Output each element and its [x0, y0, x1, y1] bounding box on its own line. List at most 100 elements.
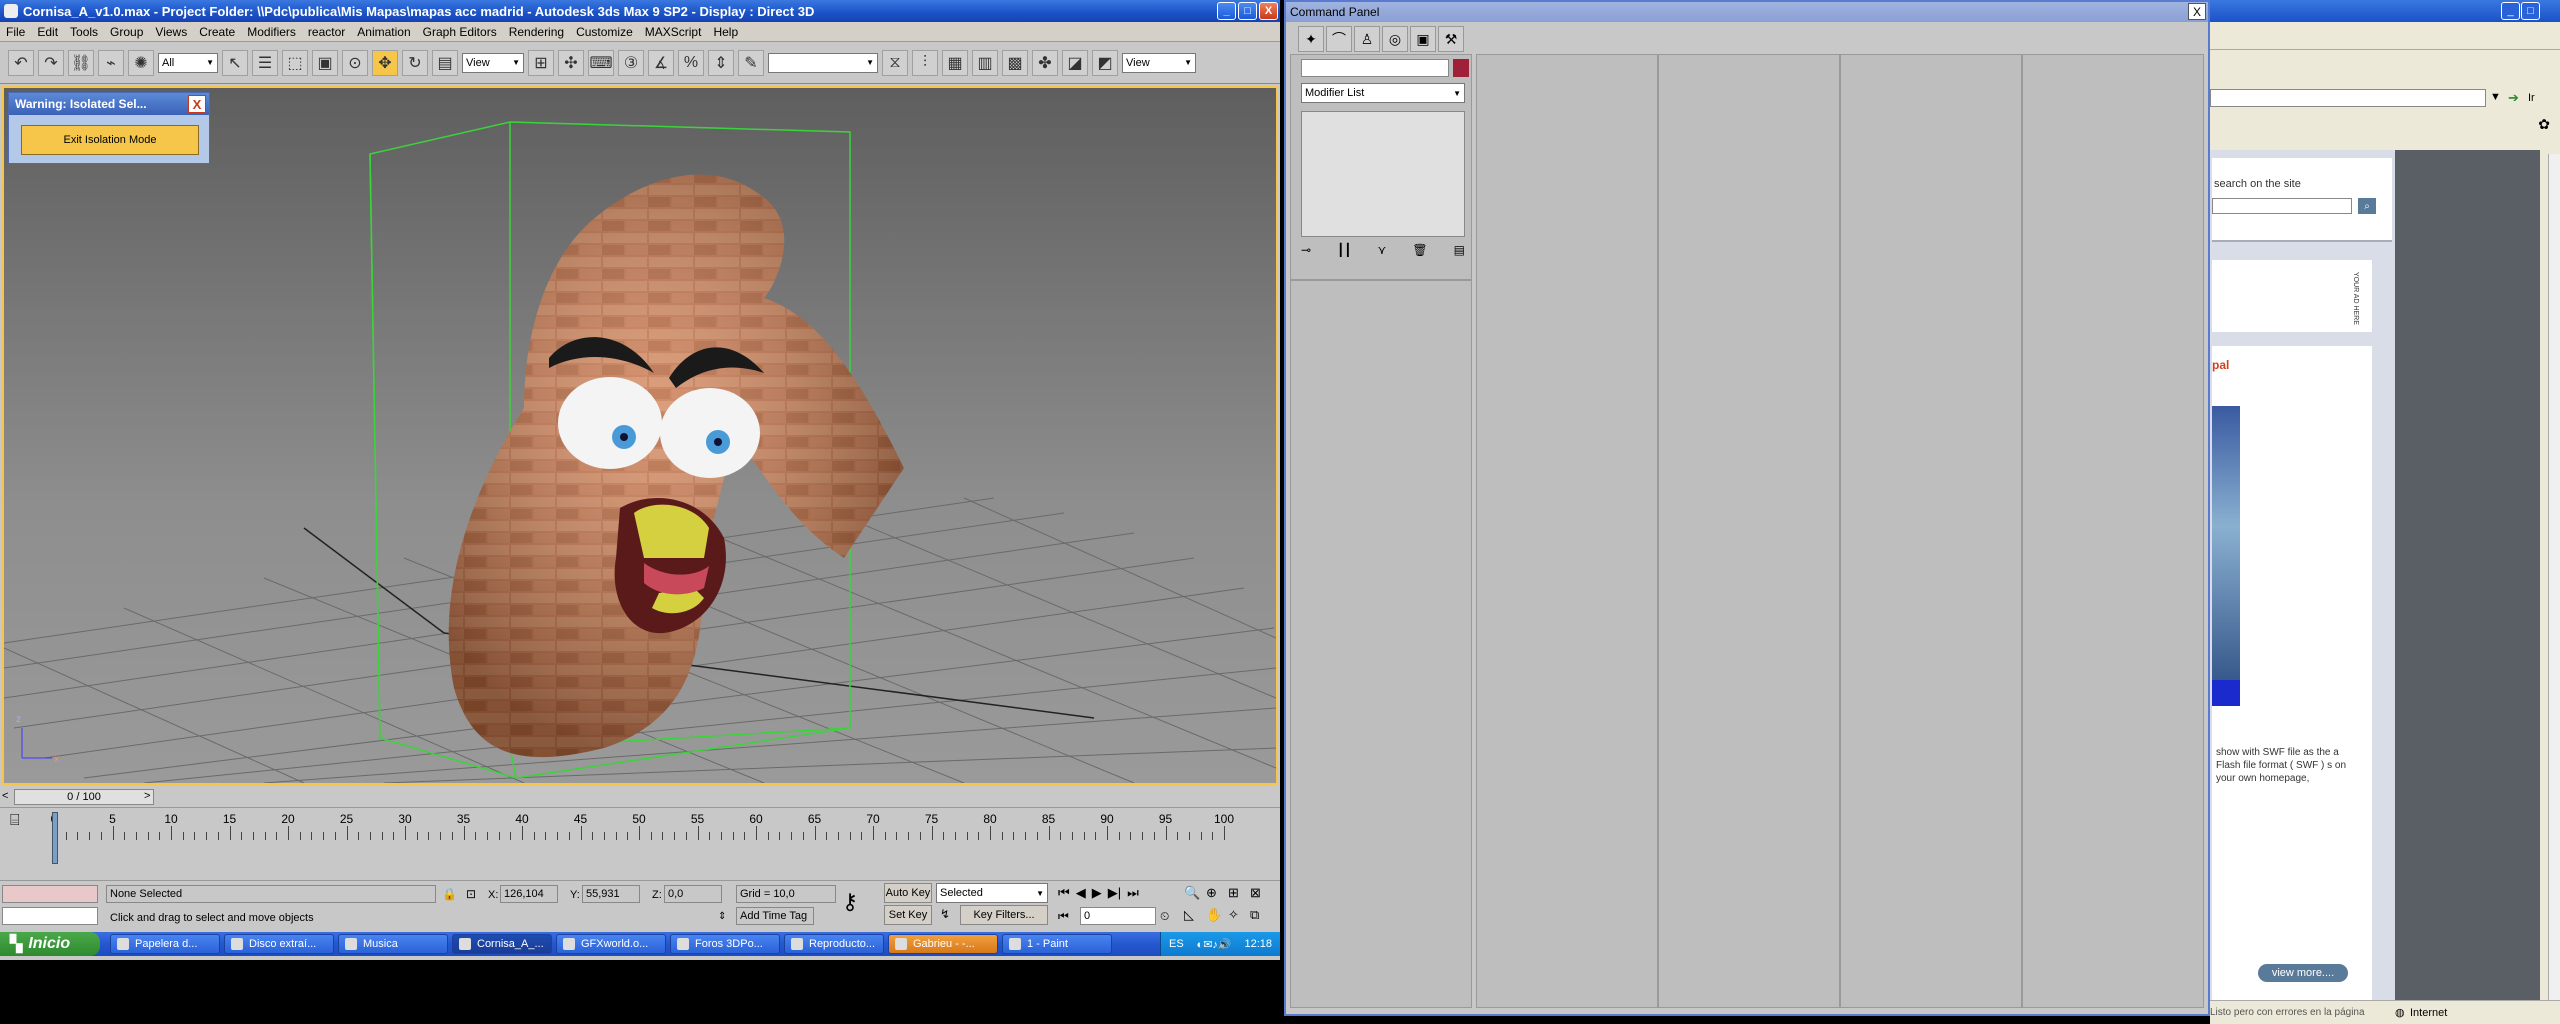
rect-region-icon[interactable]: ⬚ [282, 49, 308, 76]
clock[interactable]: 12:18 [1244, 938, 1272, 950]
menu-item-create[interactable]: Create [199, 25, 235, 39]
menu-item-maxscript[interactable]: MAXScript [645, 25, 702, 39]
time-config-icon[interactable]: ⏲ [1160, 909, 1169, 924]
edit-named-sel-icon[interactable]: ✎ [738, 49, 764, 76]
time-prev-button[interactable]: < [2, 790, 8, 802]
bind-space-warp-icon[interactable]: ✺ [128, 49, 154, 76]
tray-icons[interactable]: ◐✉♪🔊 [1197, 938, 1232, 951]
lock-icon[interactable]: 🔒 [442, 887, 457, 901]
isolation-close-button[interactable]: X [188, 95, 206, 113]
field-of-view-icon[interactable]: ◺ [1184, 907, 1206, 923]
material-editor-icon[interactable]: ✤ [1032, 49, 1058, 76]
minimize-button[interactable]: _ [1217, 2, 1236, 20]
named-selection-select[interactable]: ▼ [768, 52, 878, 73]
browser-maximize-button[interactable]: □ [2521, 2, 2540, 20]
address-input[interactable] [2210, 89, 2486, 107]
vertical-scrollbar[interactable] [2548, 154, 2560, 1000]
zoom-icon[interactable]: 🔍 [1184, 885, 1206, 901]
taskbar-task[interactable]: Reproducto... [784, 934, 884, 954]
default-tangent-icon[interactable]: ↯ [940, 907, 958, 925]
absolute-mode-icon[interactable]: ⊡ [466, 887, 476, 901]
modifier-list-select[interactable]: Modifier List ▼ [1301, 83, 1465, 103]
curve-editor-mini-icon[interactable]: ⌸ [10, 812, 32, 834]
maximize-viewport-icon[interactable]: ⧉ [1250, 907, 1272, 923]
menu-item-rendering[interactable]: Rendering [509, 25, 564, 39]
frame-ruler[interactable]: 0510152025303540455055606570758085909510… [51, 812, 1234, 842]
utilities-tab-icon[interactable]: ⚒ [1438, 26, 1464, 52]
x-coordinate-field[interactable]: 126,104 [500, 885, 558, 903]
perspective-viewport[interactable]: z x Warning: Isolated Sel... X Exit Isol… [2, 86, 1278, 785]
make-unique-icon[interactable]: ⋎ [1378, 243, 1387, 257]
taskbar-task[interactable]: Papelera d... [110, 934, 220, 954]
object-name-field[interactable] [1301, 59, 1449, 77]
menu-item-file[interactable]: File [6, 25, 25, 39]
curve-editor-icon[interactable]: ▥ [972, 49, 998, 76]
align-icon[interactable]: ⫶ [912, 49, 938, 76]
reference-coord-select[interactable]: View ▼ [462, 52, 524, 73]
menu-item-reactor[interactable]: reactor [308, 25, 345, 39]
zoom-extents-all-icon[interactable]: ⊠ [1250, 885, 1272, 901]
chevron-down-icon[interactable]: ▼ [2490, 91, 2501, 103]
zoom-extents-icon[interactable]: ⊞ [1228, 885, 1250, 901]
menu-item-tools[interactable]: Tools [70, 25, 98, 39]
remove-modifier-icon[interactable]: 🗑 [1412, 243, 1427, 257]
key-mode-select[interactable]: Selected ▼ [936, 883, 1048, 903]
auto-key-button[interactable]: Auto Key [884, 883, 932, 903]
ad-box[interactable]: YOUR AD HERE [2212, 260, 2372, 332]
quick-render-icon[interactable]: ◩ [1092, 49, 1118, 76]
move-icon[interactable]: ✥ [372, 49, 398, 76]
time-next-button[interactable]: > [144, 790, 150, 802]
render-scene-icon[interactable]: ◪ [1062, 49, 1088, 76]
view-more-button[interactable]: view more.... [2258, 964, 2348, 982]
browser-title-bar[interactable]: _ □ [2210, 0, 2560, 22]
browser-minimize-button[interactable]: _ [2501, 2, 2520, 20]
maximize-button[interactable]: □ [1238, 2, 1257, 20]
selection-filter-select[interactable]: All ▼ [158, 52, 218, 73]
select-object-icon[interactable]: ↖ [222, 49, 248, 76]
y-coordinate-field[interactable]: 55,931 [582, 885, 640, 903]
taskbar-task[interactable]: Disco extraí... [224, 934, 334, 954]
object-color-swatch[interactable] [1453, 59, 1469, 77]
menu-item-customize[interactable]: Customize [576, 25, 633, 39]
menu-item-help[interactable]: Help [713, 25, 738, 39]
time-tag-icon[interactable]: ⇕ [718, 911, 726, 922]
percent-snap-icon[interactable]: % [678, 49, 704, 76]
redo-icon[interactable]: ↷ [38, 49, 64, 76]
taskbar-task[interactable]: 1 - Paint [1002, 934, 1112, 954]
time-cursor[interactable] [52, 812, 58, 864]
taskbar-task[interactable]: Gabrieu - -... [888, 934, 998, 954]
motion-tab-icon[interactable]: ◎ [1382, 26, 1408, 52]
slideshow-nav[interactable] [2212, 680, 2240, 706]
menu-item-modifiers[interactable]: Modifiers [247, 25, 296, 39]
taskbar-task[interactable]: Foros 3DPo... [670, 934, 780, 954]
z-coordinate-field[interactable]: 0,0 [664, 885, 722, 903]
taskbar-task[interactable]: Cornisa_A_... [452, 934, 552, 954]
layer-manager-icon[interactable]: ▦ [942, 49, 968, 76]
start-button[interactable]: ▚ Inicio [0, 932, 100, 956]
menu-item-animation[interactable]: Animation [357, 25, 410, 39]
rotate-icon[interactable]: ↻ [402, 49, 428, 76]
pan-icon[interactable]: ✋ [1206, 907, 1228, 923]
unlink-icon[interactable]: ⌁ [98, 49, 124, 76]
menu-item-group[interactable]: Group [110, 25, 143, 39]
key-filters-button[interactable]: Key Filters... [960, 905, 1048, 925]
play-icon[interactable]: ▶ [1092, 885, 1102, 901]
scale-icon[interactable]: ▤ [432, 49, 458, 76]
maxscript-mini-field[interactable] [2, 907, 98, 925]
hierarchy-tab-icon[interactable]: ♙ [1354, 26, 1380, 52]
site-search-button[interactable]: ⌕ [2358, 198, 2376, 214]
arc-rotate-icon[interactable]: ✧ [1228, 907, 1250, 923]
add-time-tag-button[interactable]: Add Time Tag [736, 907, 814, 925]
select-manipulate-icon[interactable]: ✣ [558, 49, 584, 76]
snap-toggle-icon[interactable]: ③ [618, 49, 644, 76]
go-to-start-icon[interactable]: ⏮ [1058, 885, 1070, 901]
schematic-view-icon[interactable]: ▩ [1002, 49, 1028, 76]
language-indicator[interactable]: ES [1169, 938, 1184, 950]
taskbar-task[interactable]: GFXworld.o... [556, 934, 666, 954]
taskbar-task[interactable]: Musica [338, 934, 448, 954]
command-panel-close-button[interactable]: X [2188, 3, 2206, 20]
track-bar[interactable]: ⌸ 05101520253035404550556065707580859095… [0, 807, 1280, 867]
select-by-name-icon[interactable]: ☰ [252, 49, 278, 76]
max-title-bar[interactable]: Cornisa_A_v1.0.max - Project Folder: \\P… [0, 0, 1280, 22]
exit-isolation-button[interactable]: Exit Isolation Mode [21, 125, 199, 155]
